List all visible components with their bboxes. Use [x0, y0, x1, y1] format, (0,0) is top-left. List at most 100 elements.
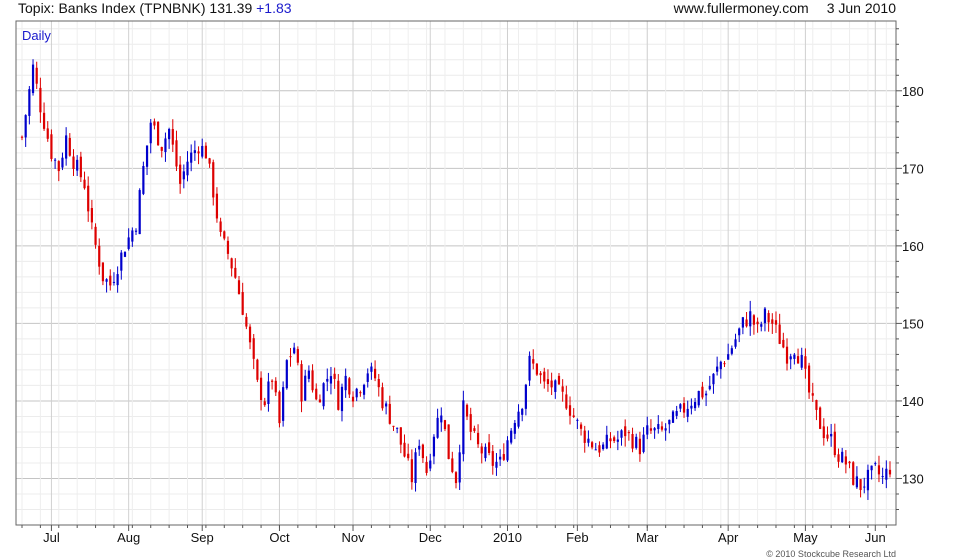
candle-body — [528, 355, 531, 381]
candle-body — [142, 166, 145, 194]
candle-body — [826, 434, 829, 439]
candle-body — [156, 121, 160, 146]
candle-body — [300, 364, 303, 402]
candle-body — [668, 419, 671, 425]
candle-body — [377, 378, 380, 388]
candle-body — [219, 221, 222, 232]
candle-body — [326, 378, 329, 382]
candle-body — [524, 384, 527, 409]
candle-body — [837, 454, 840, 462]
candle-body — [248, 326, 252, 343]
candle-body — [351, 396, 355, 402]
candle-body — [657, 424, 660, 430]
candle-body — [613, 437, 616, 442]
candle-body — [638, 438, 641, 455]
candlestick-chart: Daily 130 140 150 160 170 180 Jul Aug Sep Oct Nov De… — [15, 20, 924, 545]
candle-body — [830, 433, 833, 437]
candle-body — [616, 439, 619, 442]
y-tick-label: 130 — [902, 471, 924, 486]
candle-body — [50, 134, 53, 159]
candle-body — [392, 425, 395, 427]
candle-body — [473, 428, 476, 431]
candle-body — [756, 321, 759, 325]
candle-body — [134, 230, 138, 232]
candle-body — [535, 363, 539, 375]
candle-body — [215, 193, 219, 219]
candle-body — [311, 370, 314, 391]
candle-body — [381, 387, 384, 409]
candle-body — [635, 436, 638, 448]
candle-body — [399, 427, 402, 445]
candle-body — [510, 430, 513, 443]
candle-body — [35, 67, 38, 84]
candle-body — [462, 400, 465, 455]
candle-body — [458, 452, 461, 483]
candle-body — [686, 408, 689, 417]
candle-body — [179, 164, 182, 184]
candle-body — [212, 162, 215, 198]
candle-body — [767, 313, 770, 323]
candle-body — [587, 438, 590, 443]
candle-body — [94, 226, 97, 245]
candle-body — [153, 121, 156, 126]
candle-body — [90, 208, 93, 223]
candle-body — [693, 402, 697, 409]
candle-body — [502, 454, 505, 460]
candle-body — [348, 378, 351, 395]
candle-body — [568, 405, 572, 416]
candle-body — [186, 161, 189, 176]
candle-body — [39, 87, 42, 113]
candle-body — [267, 381, 270, 404]
candle-body — [852, 462, 855, 485]
candle-body — [469, 414, 472, 432]
candle-body — [274, 380, 277, 393]
candle-body — [712, 373, 715, 385]
candle-body — [98, 245, 101, 267]
candle-body — [54, 159, 57, 161]
x-tick-label: Dec — [419, 530, 443, 545]
candle-body — [649, 428, 653, 431]
candle-body — [293, 347, 296, 354]
candle-body — [730, 348, 733, 354]
candle-body — [579, 424, 583, 429]
plot-area — [16, 21, 896, 525]
x-tick-label: Apr — [718, 530, 739, 545]
candle-body — [138, 190, 141, 235]
candle-body — [653, 428, 656, 431]
candle-body — [565, 394, 568, 409]
candle-body — [576, 419, 579, 421]
candle-body — [866, 469, 870, 491]
candle-body — [620, 430, 623, 438]
candle-body — [24, 115, 27, 138]
candle-body — [513, 422, 516, 434]
candle-body — [749, 311, 752, 327]
candle-body — [76, 159, 79, 171]
candle-body — [863, 486, 866, 488]
candle-body — [646, 425, 649, 435]
candle-body — [116, 274, 119, 286]
candle-body — [443, 420, 447, 430]
candle-body — [68, 137, 71, 156]
candle-body — [738, 328, 741, 336]
candle-body — [598, 445, 601, 453]
candle-body — [590, 442, 594, 448]
candle-body — [660, 426, 664, 430]
candle-body — [682, 403, 686, 413]
candle-body — [296, 349, 299, 363]
candle-body — [414, 452, 417, 483]
candle-body — [362, 384, 366, 395]
candle-body — [285, 360, 288, 389]
candle-body — [763, 308, 767, 324]
x-tick-label: Feb — [566, 530, 588, 545]
candle-body — [46, 128, 49, 139]
candle-body — [65, 135, 68, 159]
candle-body — [760, 324, 763, 327]
candle-body — [237, 280, 241, 295]
candle-body — [521, 408, 524, 415]
candle-body — [671, 411, 675, 423]
candle-body — [734, 339, 737, 347]
x-tick-label: Jun — [865, 530, 886, 545]
candle-body — [697, 390, 700, 406]
x-tick-label: Sep — [191, 530, 214, 545]
candle-body — [708, 385, 711, 390]
